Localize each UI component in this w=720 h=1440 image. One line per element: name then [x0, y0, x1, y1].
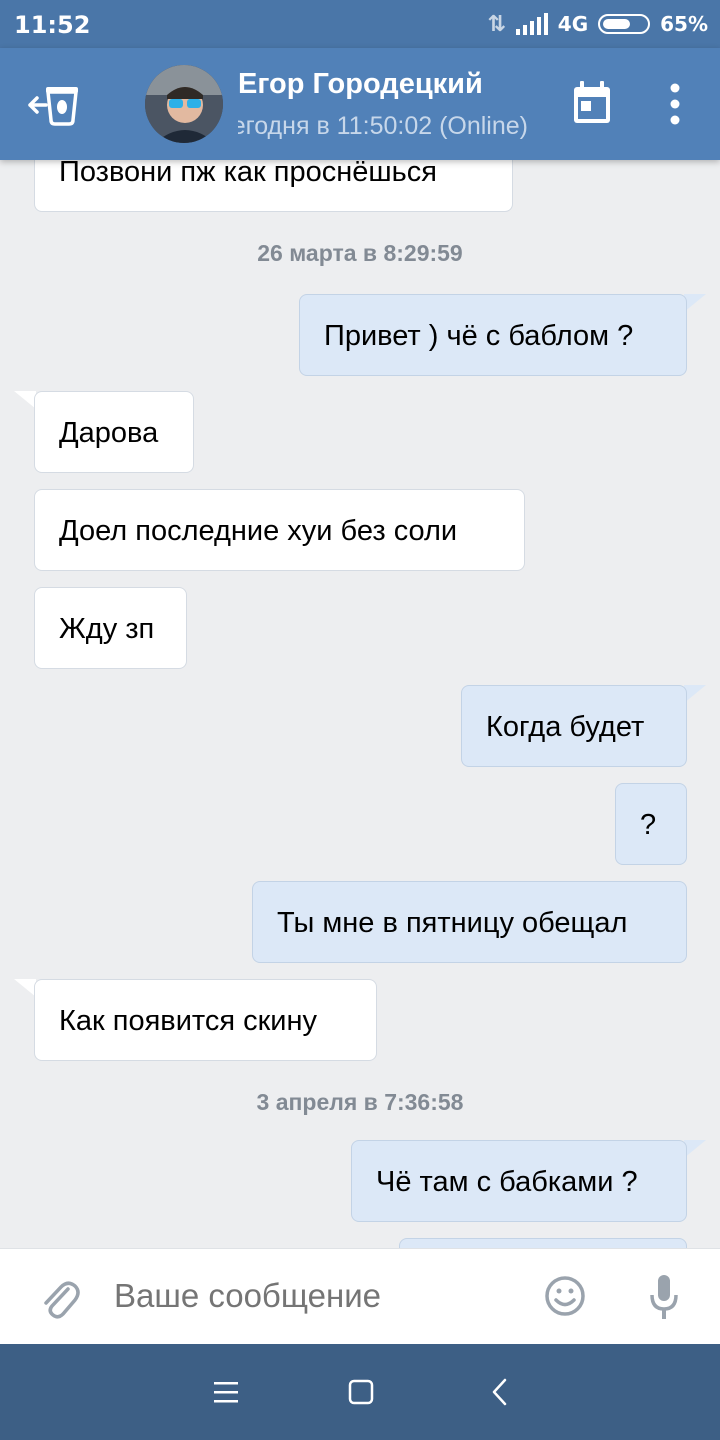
message-outgoing[interactable]: Чё там с бабками ? — [351, 1140, 687, 1222]
status-bar: 11:52 ⇅ 4G 65% — [0, 0, 720, 48]
message-outgoing[interactable]: Когда будет — [461, 685, 687, 767]
bubble-tail — [684, 294, 706, 312]
signal-icon — [515, 13, 548, 35]
network-type: 4G — [557, 12, 589, 36]
date-separator: 3 апреля в 7:36:58 — [256, 1089, 464, 1115]
message-incoming[interactable]: Как появится скину — [34, 979, 377, 1061]
message-outgoing[interactable]: ? — [615, 783, 687, 865]
message-incoming[interactable]: Позвони пж как проснёшься — [34, 160, 513, 212]
message-input[interactable] — [114, 1277, 514, 1315]
more-vert-icon[interactable] — [660, 82, 690, 126]
status-indicators: ⇅ 4G 65% — [487, 10, 708, 38]
menu-icon[interactable] — [206, 1372, 246, 1412]
contact-status: сегодня в 11:50:02 (Online) — [238, 112, 528, 141]
status-time: 11:52 — [14, 11, 91, 39]
paperclip-icon[interactable] — [38, 1275, 80, 1321]
data-transfer-icon: ⇅ — [487, 11, 506, 37]
message-incoming[interactable]: Жду зп — [34, 587, 187, 669]
avatar[interactable] — [145, 65, 223, 143]
back-arrow-icon[interactable] — [26, 78, 84, 130]
smile-icon[interactable] — [544, 1275, 586, 1317]
message-incoming[interactable]: Дарова — [34, 391, 194, 473]
battery-icon — [598, 14, 651, 34]
bubble-tail — [684, 1140, 706, 1158]
microphone-icon[interactable] — [648, 1273, 680, 1321]
message-composer — [0, 1248, 720, 1344]
bubble-tail — [14, 979, 36, 997]
contact-name[interactable]: Егор Городецкий — [238, 68, 483, 101]
date-separator: 26 марта в 8:29:59 — [257, 240, 463, 266]
home-square-icon[interactable] — [341, 1372, 381, 1412]
message-outgoing[interactable]: Привет ) чё с баблом ? — [299, 294, 687, 376]
back-chevron-icon[interactable] — [480, 1372, 520, 1412]
bubble-tail — [14, 391, 36, 409]
bubble-tail — [684, 685, 706, 703]
contact-status-text: сегодня в 11:50:02 (Online) — [238, 112, 528, 140]
message-list[interactable]: Позвони пж как проснёшься 26 марта в 8:2… — [0, 160, 720, 1248]
system-nav-bar — [0, 1344, 720, 1440]
message-incoming[interactable]: Доел последние хуи без соли — [34, 489, 525, 571]
message-outgoing-partial[interactable] — [399, 1238, 687, 1248]
battery-percent: 65% — [660, 12, 708, 36]
chat-header: Егор Городецкий сегодня в 11:50:02 (Onli… — [0, 48, 720, 160]
message-outgoing[interactable]: Ты мне в пятницу обещал — [252, 881, 687, 963]
calendar-icon[interactable] — [572, 81, 612, 125]
